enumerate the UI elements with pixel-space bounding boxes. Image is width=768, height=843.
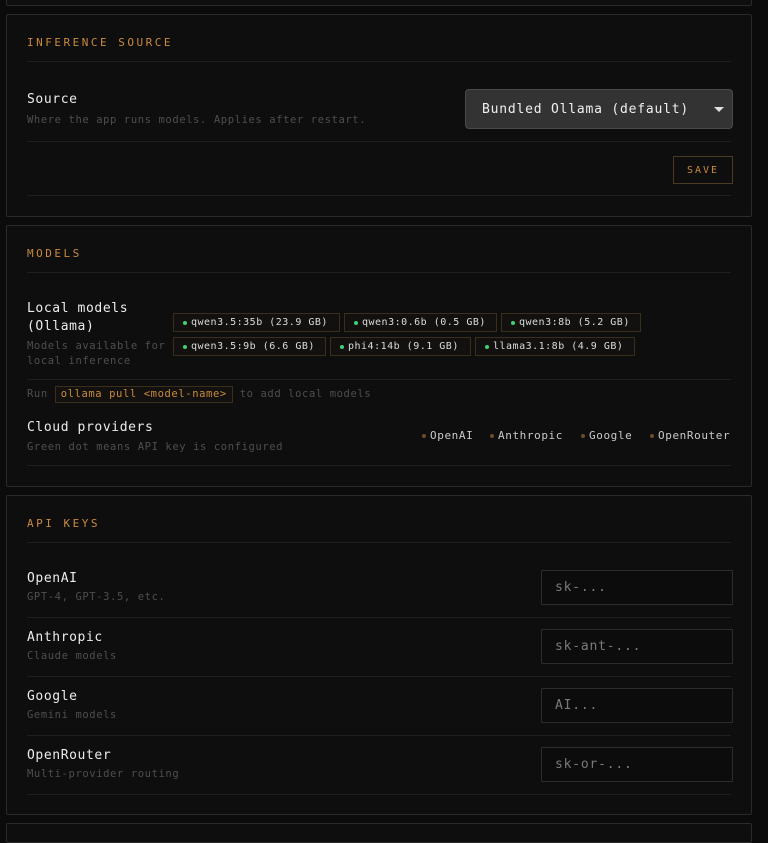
openai-key-input[interactable] [541,570,733,605]
provider-name: Anthropic [498,429,564,442]
source-select-value: Bundled Ollama (default) [482,101,690,117]
status-dot-icon [650,433,654,438]
provider-openai: OpenAI [422,429,473,442]
bottom-panel-partial [6,823,752,843]
model-chip-label: qwen3.5:35b (23.9 GB) [191,317,328,328]
models-section-title: MODELS [27,247,82,260]
divider [27,61,731,62]
source-select[interactable]: Bundled Ollama (default) [465,89,733,129]
status-dot-icon [354,320,358,325]
divider [27,617,731,618]
api-key-label-google: Google [27,689,78,704]
divider [27,676,731,677]
top-panel-partial [6,0,752,6]
api-key-hint-google: Gemini models [27,709,117,721]
local-models-hint-line2: local inference [27,355,131,367]
local-models-label-line1: Local models [27,301,129,316]
inference-section-title: INFERENCE SOURCE [27,36,173,49]
status-dot-icon [422,433,426,438]
source-label: Source [27,92,78,107]
status-dot-icon [581,433,585,438]
local-models-hint-line1: Models available for [27,340,166,352]
model-chip: qwen3:8b (5.2 GB) [501,313,641,332]
provider-openrouter: OpenRouter [650,429,730,442]
model-chip: qwen3.5:9b (6.6 GB) [173,337,326,356]
api-keys-section-title: API KEYS [27,517,100,530]
status-dot-icon [183,344,187,349]
inference-source-panel: INFERENCE SOURCE Source Where the app ru… [6,14,752,217]
api-key-label-openrouter: OpenRouter [27,748,112,763]
model-chip: phi4:14b (9.1 GB) [330,337,471,356]
model-chip: qwen3:0.6b (0.5 GB) [344,313,497,332]
provider-name: Google [589,429,633,442]
status-dot-icon [490,433,494,438]
divider [27,141,731,142]
caret-down-icon [714,107,724,112]
divider [27,272,731,273]
api-key-hint-openrouter: Multi-provider routing [27,768,180,780]
status-dot-icon [340,344,344,349]
divider [27,379,731,380]
status-dot-icon [511,320,515,325]
divider [27,195,731,196]
source-hint: Where the app runs models. Applies after… [27,114,367,126]
ollama-pull-hint: Run ollama pull <model-name> to add loca… [27,386,371,403]
model-chip-label: qwen3.5:9b (6.6 GB) [191,341,315,352]
model-chip-label: qwen3:8b (5.2 GB) [519,317,630,328]
cloud-providers-hint: Green dot means API key is configured [27,441,284,453]
status-dot-icon [485,344,489,349]
anthropic-key-input[interactable] [541,629,733,664]
api-key-hint-openai: GPT-4, GPT-3.5, etc. [27,591,166,603]
divider [27,542,731,543]
model-chip: llama3.1:8b (4.9 GB) [475,337,635,356]
api-key-label-openai: OpenAI [27,571,78,586]
google-key-input[interactable] [541,688,733,723]
model-chip-label: qwen3:0.6b (0.5 GB) [362,317,486,328]
status-dot-icon [183,320,187,325]
model-chip-label: phi4:14b (9.1 GB) [348,341,459,352]
local-models-label-line2: (Ollama) [27,319,95,334]
run-suffix: to add local models [239,388,372,400]
save-button[interactable]: SAVE [673,156,733,184]
ollama-pull-command: ollama pull <model-name> [54,386,233,403]
api-key-hint-anthropic: Claude models [27,650,117,662]
provider-anthropic: Anthropic [490,429,563,442]
model-chip: qwen3.5:35b (23.9 GB) [173,313,340,332]
run-prefix: Run [27,388,48,400]
divider [27,794,731,795]
local-models-label: Local models (Ollama) [27,300,128,336]
model-chip-label: llama3.1:8b (4.9 GB) [493,341,624,352]
divider [27,465,731,466]
divider [27,735,731,736]
provider-name: OpenAI [430,429,474,442]
openrouter-key-input[interactable] [541,747,733,782]
api-key-label-anthropic: Anthropic [27,630,103,645]
api-keys-panel: API KEYS OpenAI GPT-4, GPT-3.5, etc. Ant… [6,495,752,815]
models-panel: MODELS Local models (Ollama) Models avai… [6,225,752,487]
cloud-providers-label: Cloud providers [27,420,154,435]
provider-google: Google [581,429,632,442]
local-models-hint: Models available for local inference [27,339,165,369]
provider-name: OpenRouter [658,429,731,442]
